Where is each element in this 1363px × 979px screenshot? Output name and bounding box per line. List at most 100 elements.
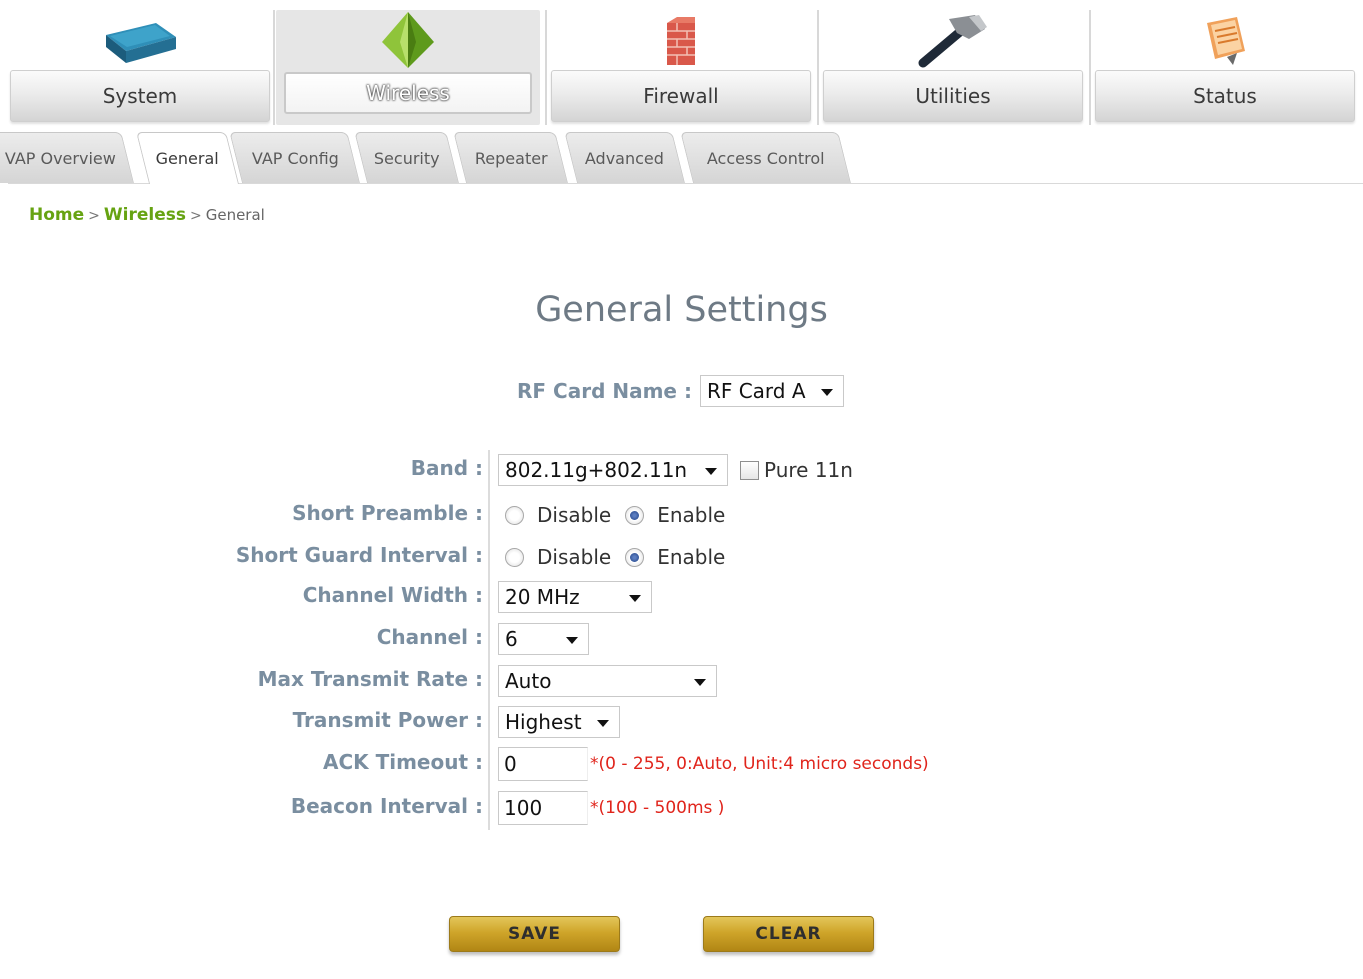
nav-wireless[interactable]: Wireless xyxy=(276,10,540,125)
tx-power-select[interactable]: Highest xyxy=(498,706,620,738)
pure-11n-label: Pure 11n xyxy=(764,458,853,482)
router-icon xyxy=(8,10,272,72)
nav-system-label: System xyxy=(10,70,270,122)
short-guard-label: Short Guard Interval : xyxy=(235,543,483,567)
short-preamble-disable-radio[interactable] xyxy=(505,505,524,525)
clear-button[interactable]: CLEAR xyxy=(703,916,874,952)
channel-label: Channel : xyxy=(376,625,483,649)
nav-firewall-label: Firewall xyxy=(551,70,811,122)
hammer-icon xyxy=(821,10,1085,72)
tab-label: General xyxy=(156,149,220,168)
chevron-down-icon xyxy=(566,637,578,644)
antenna-icon xyxy=(276,10,540,72)
channel-width-label: Channel Width : xyxy=(302,583,483,607)
tab-general[interactable]: General xyxy=(136,132,239,184)
tab-vap-overview[interactable]: VAP Overview xyxy=(0,132,134,183)
band-select[interactable]: 802.11g+802.11n xyxy=(498,454,728,486)
nav-divider xyxy=(545,10,547,125)
tx-power-row: Transmit Power : Highest xyxy=(0,704,1363,740)
radio-label: Enable xyxy=(657,545,726,569)
nav-wireless-label: Wireless xyxy=(284,72,532,114)
nav-utilities-label: Utilities xyxy=(823,70,1083,122)
max-rate-control: Auto xyxy=(498,663,717,699)
band-value: 802.11g+802.11n xyxy=(505,458,688,482)
radio-label: Disable xyxy=(537,503,612,527)
short-preamble-row: Short Preamble : Disable Enable xyxy=(0,497,1363,533)
max-rate-select[interactable]: Auto xyxy=(498,665,717,697)
nav-divider xyxy=(273,10,275,125)
ack-timeout-input[interactable]: 0 xyxy=(498,747,588,781)
nav-status-label: Status xyxy=(1095,70,1355,122)
beacon-interval-row: Beacon Interval : 100 *(100 - 500ms ) xyxy=(0,790,1363,826)
pure-11n-checkbox[interactable] xyxy=(740,460,759,480)
rf-card-select[interactable]: RF Card A xyxy=(699,375,844,407)
nav-divider xyxy=(1089,10,1091,125)
ack-timeout-control: 0 *(0 - 255, 0:Auto, Unit:4 micro second… xyxy=(498,746,929,782)
breadcrumb-wireless-link[interactable]: Wireless xyxy=(104,205,186,225)
rf-card-value: RF Card A xyxy=(706,379,806,403)
radio-label: Disable xyxy=(537,545,612,569)
short-guard-row: Short Guard Interval : Disable Enable xyxy=(0,539,1363,575)
short-preamble-enable-radio[interactable] xyxy=(625,505,645,525)
breadcrumb-separator: > xyxy=(88,208,100,224)
chevron-down-icon xyxy=(820,389,833,396)
short-preamble-label: Short Preamble : xyxy=(292,501,483,525)
channel-width-select[interactable]: 20 MHz xyxy=(498,581,652,613)
nav-firewall[interactable]: Firewall xyxy=(549,10,813,125)
channel-row: Channel : 6 xyxy=(0,621,1363,657)
brick-wall-icon xyxy=(549,10,813,72)
ack-timeout-label: ACK Timeout : xyxy=(322,750,483,774)
short-preamble-control: Disable Enable xyxy=(505,497,739,533)
nav-system[interactable]: System xyxy=(8,10,272,125)
beacon-interval-hint: *(100 - 500ms ) xyxy=(590,798,725,818)
tab-advanced[interactable]: Advanced xyxy=(564,132,685,183)
chevron-down-icon xyxy=(694,679,706,686)
channel-value: 6 xyxy=(505,627,518,651)
radio-label: Enable xyxy=(657,503,726,527)
channel-select[interactable]: 6 xyxy=(498,623,589,655)
tab-access-control[interactable]: Access Control xyxy=(680,132,851,183)
tx-power-label: Transmit Power : xyxy=(292,708,483,732)
tab-security[interactable]: Security xyxy=(354,132,459,183)
tab-label: VAP Config xyxy=(251,148,339,168)
channel-width-row: Channel Width : 20 MHz xyxy=(0,579,1363,615)
breadcrumb: Home > Wireless > General xyxy=(29,205,265,225)
sub-tabs: VAP Overview VAP Config Security Repeate… xyxy=(0,130,1363,184)
nav-status[interactable]: Status xyxy=(1093,10,1357,125)
beacon-interval-control: 100 *(100 - 500ms ) xyxy=(498,790,724,826)
max-rate-label: Max Transmit Rate : xyxy=(257,667,483,691)
save-button[interactable]: SAVE xyxy=(449,916,620,952)
tab-label: VAP Overview xyxy=(4,148,116,168)
channel-control: 6 xyxy=(498,621,589,657)
max-rate-row: Max Transmit Rate : Auto xyxy=(0,663,1363,699)
beacon-interval-label: Beacon Interval : xyxy=(290,794,483,818)
nav-divider xyxy=(817,10,819,125)
tx-power-control: Highest xyxy=(498,704,620,740)
short-guard-disable-radio[interactable] xyxy=(505,547,524,567)
chevron-down-icon xyxy=(705,468,717,475)
rf-card-label: RF Card Name : xyxy=(517,379,692,403)
channel-width-value: 20 MHz xyxy=(505,585,580,609)
ack-timeout-row: ACK Timeout : 0 *(0 - 255, 0:Auto, Unit:… xyxy=(0,746,1363,782)
tab-label: Advanced xyxy=(585,148,665,168)
tab-vap-config[interactable]: VAP Config xyxy=(229,132,360,183)
band-label: Band : xyxy=(410,456,483,480)
rf-card-row: RF Card Name : RF Card A xyxy=(517,374,844,408)
tab-label: Security xyxy=(373,148,440,168)
breadcrumb-home-link[interactable]: Home xyxy=(29,205,84,225)
chevron-down-icon xyxy=(629,595,641,602)
short-guard-enable-radio[interactable] xyxy=(625,547,645,567)
clipboard-icon xyxy=(1093,10,1357,72)
short-guard-control: Disable Enable xyxy=(505,539,739,575)
breadcrumb-separator: > xyxy=(189,208,202,224)
tx-power-value: Highest xyxy=(505,710,582,734)
max-rate-value: Auto xyxy=(505,669,552,693)
chevron-down-icon xyxy=(597,720,609,727)
beacon-interval-input[interactable]: 100 xyxy=(498,791,588,825)
tab-repeater[interactable]: Repeater xyxy=(453,132,568,183)
nav-utilities[interactable]: Utilities xyxy=(821,10,1085,125)
breadcrumb-current: General xyxy=(205,206,265,224)
top-navigation: System Wireless Firewall Utilities Statu… xyxy=(8,10,1363,125)
band-control: 802.11g+802.11n Pure 11n xyxy=(498,452,853,488)
tab-label: Access Control xyxy=(706,148,825,168)
